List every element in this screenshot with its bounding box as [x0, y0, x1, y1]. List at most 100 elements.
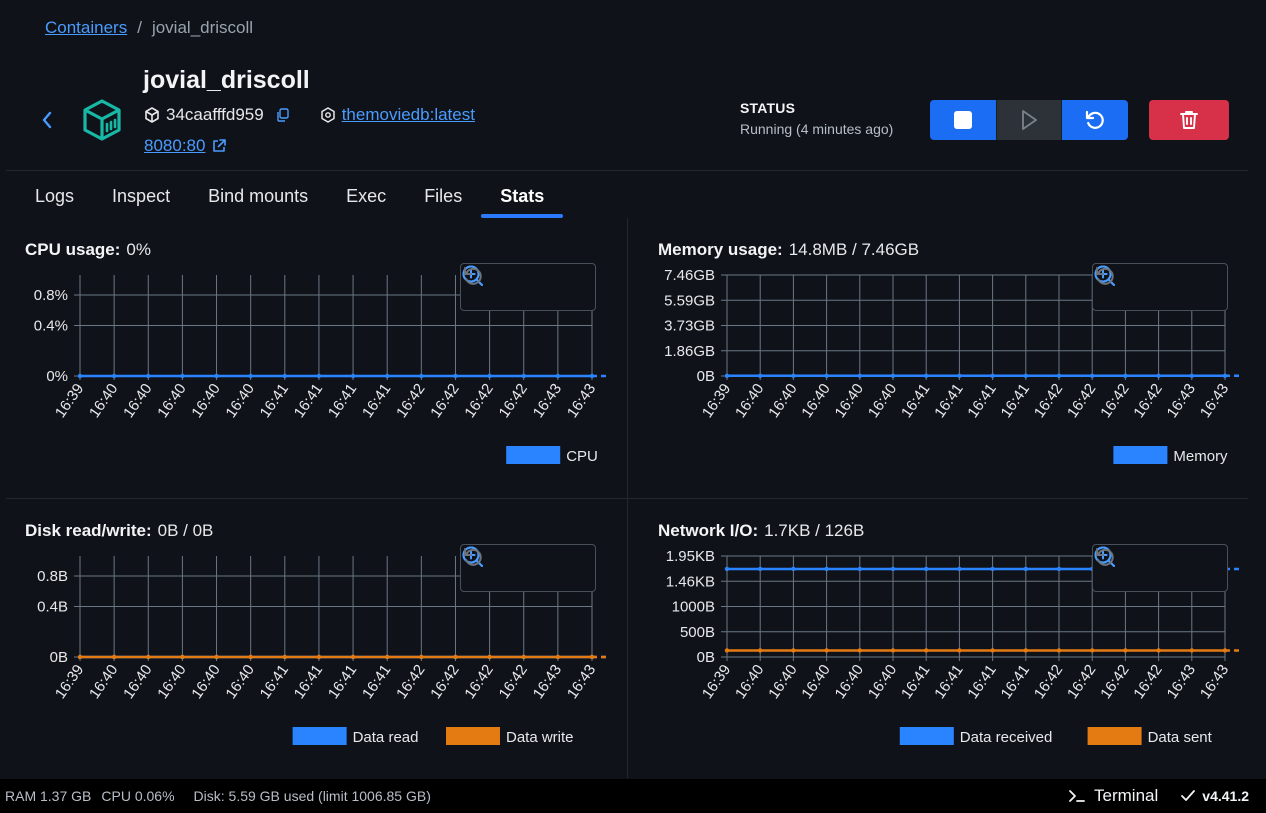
x-tick-label: 16:41 [359, 381, 394, 422]
cpu-zoom-out-button[interactable] [462, 265, 543, 302]
data-point [1023, 566, 1028, 572]
x-tick-label: 16:39 [699, 381, 734, 422]
port-row: 8080:80 [144, 136, 227, 156]
data-point [990, 373, 995, 378]
x-tick-label: 16:40 [120, 662, 155, 703]
trash-icon [1180, 111, 1198, 129]
status-bar: RAM 1.37 GB CPU 0.06% Disk: 5.59 GB used… [0, 779, 1266, 813]
cpu-zoom-reset-button[interactable] [464, 267, 584, 302]
tab-exec[interactable]: Exec [327, 174, 405, 218]
terminal-icon [1069, 790, 1085, 802]
x-tick-label: 16:43 [564, 662, 599, 703]
x-tick-label: 16:42 [1097, 662, 1132, 703]
tab-inspect[interactable]: Inspect [93, 174, 189, 218]
legend-label: Data write [506, 729, 574, 746]
memory-zoom-reset-button[interactable] [1096, 267, 1216, 302]
copy-icon [277, 108, 289, 122]
network-zoom-out-button[interactable] [1094, 546, 1175, 583]
x-tick-label: 16:42 [393, 381, 428, 422]
x-tick-label: 16:42 [1130, 381, 1165, 422]
data-point [890, 566, 896, 572]
data-point [521, 373, 526, 379]
legend-label: Data received [960, 729, 1053, 746]
reset-icon [1096, 267, 1114, 285]
x-tick-label: 16:42 [461, 662, 496, 703]
data-point [214, 373, 219, 379]
y-tick-label: 1.46KB [666, 573, 715, 590]
memory-label: Memory usage: [658, 240, 783, 259]
data-point [487, 373, 492, 379]
data-point [724, 648, 730, 653]
data-point [1222, 373, 1228, 378]
data-point [990, 648, 995, 653]
data-point [419, 654, 424, 660]
external-link-icon[interactable] [211, 138, 227, 154]
data-point [924, 566, 929, 572]
port-link[interactable]: 8080:80 [144, 136, 205, 156]
x-tick-label: 16:41 [931, 662, 966, 703]
stop-button[interactable] [930, 100, 996, 140]
x-tick-label: 16:41 [998, 662, 1033, 703]
x-tick-label: 16:43 [1197, 381, 1232, 422]
start-button[interactable] [996, 100, 1062, 140]
y-tick-label: 0B [50, 649, 68, 666]
memory-zoom-out-button[interactable] [1094, 265, 1175, 302]
x-tick-label: 16:40 [765, 381, 800, 422]
data-point [791, 648, 796, 653]
memory-chart-panel: 0B 1.86GB 3.73GB 5.59GB 7.46GB 16:39 16:40 16:4… [658, 240, 1239, 480]
data-point [758, 648, 763, 653]
legend-label: CPU [566, 448, 598, 465]
data-point [824, 566, 829, 572]
status-label: STATUS [740, 100, 796, 116]
stop-icon [954, 111, 972, 129]
tab-stats[interactable]: Stats [481, 174, 564, 218]
disk-zoom-reset-button[interactable] [464, 548, 584, 583]
x-tick-label: 16:42 [1064, 381, 1099, 422]
x-tick-label: 16:43 [564, 381, 599, 422]
tab-logs[interactable]: Logs [16, 174, 93, 218]
network-chart-panel: 0B 500B 1000B 1.46KB 1.95KB 16:39 16:40 16:40 16… [658, 521, 1239, 761]
legend-swatch [899, 727, 954, 745]
data-point [248, 373, 253, 379]
back-button[interactable] [36, 106, 58, 134]
cube-icon [145, 107, 159, 123]
data-point [990, 566, 995, 572]
container-name: jovial_driscoll [143, 66, 310, 94]
data-point [111, 654, 117, 660]
disk-chart-title: Disk read/write: 0B / 0B [25, 521, 213, 541]
legend-label: Data sent [1148, 729, 1213, 746]
x-tick-label: 16:42 [496, 381, 531, 422]
data-point [957, 566, 962, 572]
x-tick-label: 16:42 [427, 662, 462, 703]
data-point [857, 373, 862, 378]
container-id: 34caafffd959 [166, 105, 264, 124]
y-tick-label: 1.86GB [664, 343, 715, 360]
network-chart-title: Network I/O: 1.7KB / 126B [658, 521, 864, 541]
x-tick-label: 16:40 [86, 381, 121, 422]
data-point [857, 566, 862, 572]
memory-chart-title: Memory usage: 14.8MB / 7.46GB [658, 240, 919, 260]
restart-button[interactable] [1062, 100, 1128, 140]
image-link[interactable]: themoviedb:latest [342, 105, 475, 125]
breadcrumb-separator: / [137, 18, 142, 37]
data-point [521, 654, 526, 660]
x-tick-label: 16:40 [798, 381, 833, 422]
delete-button[interactable] [1149, 100, 1229, 140]
tab-bind-mounts[interactable]: Bind mounts [189, 174, 327, 218]
disk-value: 0B / 0B [157, 521, 214, 540]
x-tick-label: 16:41 [964, 662, 999, 703]
x-tick-label: 16:41 [291, 662, 326, 703]
data-point [1023, 648, 1028, 653]
disk-zoom-out-button[interactable] [462, 546, 543, 583]
cpu-chart-title: CPU usage: 0% [25, 240, 151, 260]
x-tick-label: 16:43 [1197, 662, 1232, 703]
data-point [791, 566, 796, 572]
data-point [419, 373, 424, 379]
copy-id-button[interactable] [276, 108, 290, 122]
terminal-button[interactable]: Terminal [1068, 786, 1158, 806]
x-tick-label: 16:41 [931, 381, 966, 422]
network-zoom-reset-button[interactable] [1096, 548, 1216, 583]
breadcrumb-containers-link[interactable]: Containers [45, 18, 127, 38]
x-tick-label: 16:42 [461, 381, 496, 422]
tab-files[interactable]: Files [405, 174, 481, 218]
